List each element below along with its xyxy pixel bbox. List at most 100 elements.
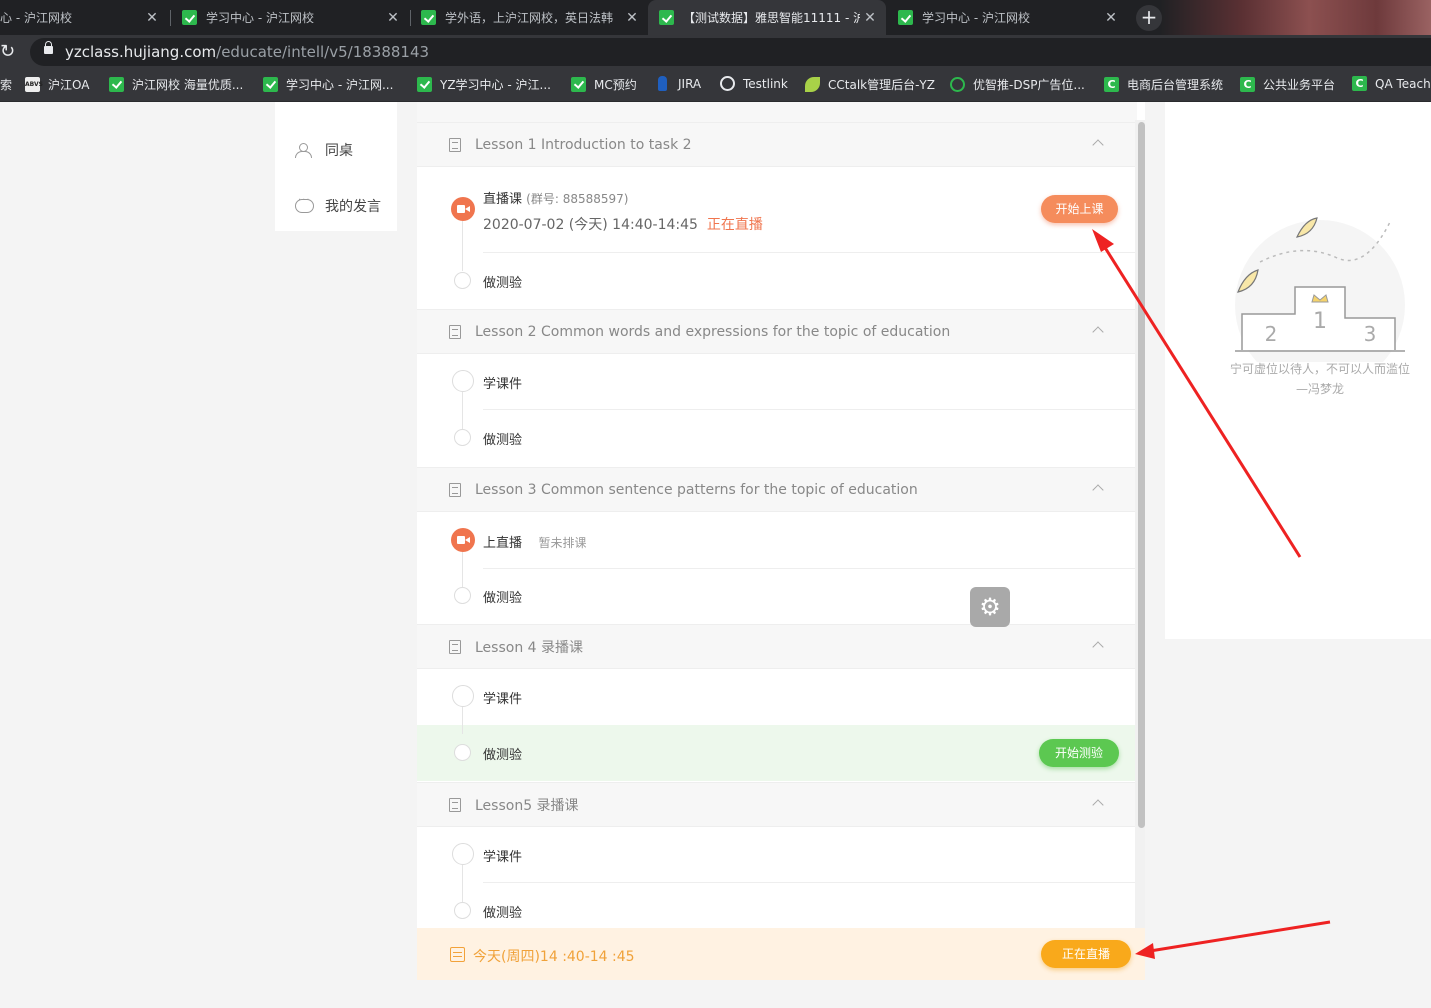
bookmark-ecommerce-admin[interactable]: C 电商后台管理系统: [1104, 76, 1223, 93]
browser-tab-2[interactable]: 学习中心 - 沪江网校 ✕: [171, 0, 409, 35]
item-label: 上直播 暂未排课: [483, 536, 587, 551]
annotation-arrow-line: [1149, 920, 1331, 953]
close-icon[interactable]: ✕: [860, 10, 880, 26]
list-item-quiz[interactable]: 做测验: [417, 410, 1137, 466]
list-item-quiz[interactable]: 做测验: [417, 883, 1137, 928]
bookmark-qa-teach[interactable]: C QA Teach: [1352, 76, 1431, 91]
c-icon: C: [1352, 76, 1367, 91]
item-label: 做测验: [483, 433, 523, 448]
live-video-icon: [451, 528, 475, 552]
list-item-quiz-active[interactable]: 做测验 开始测验: [417, 725, 1137, 781]
list-item-courseware[interactable]: 学课件: [417, 827, 1137, 883]
jira-icon: [655, 76, 670, 91]
bookmark-cctalk-admin[interactable]: CCtalk管理后台-YZ: [805, 76, 935, 93]
next-live-time: 今天(周四)14 :40-14 :45: [473, 949, 635, 965]
lesson-title: Lesson 4 录播课: [475, 639, 584, 656]
hujiang-icon: [571, 77, 586, 92]
close-icon[interactable]: ✕: [1101, 10, 1121, 26]
item-label: 做测验: [483, 276, 523, 291]
lesson-title: Lesson 3 Common sentence patterns for th…: [475, 481, 918, 498]
list-item-courseware[interactable]: 学课件: [417, 669, 1137, 725]
bookmark-hujiang-school[interactable]: 沪江网校 海量优质...: [109, 76, 243, 93]
url-text[interactable]: yzclass.hujiang.com/educate/intell/v5/18…: [65, 43, 429, 61]
bookmark-hujiang-oa[interactable]: ABVS 沪江OA: [25, 76, 89, 93]
browser-tab-strip: 心 - 沪江网校 ✕ 学习中心 - 沪江网校 ✕ 学外语，上沪江网校，英日法韩 …: [0, 0, 1431, 35]
document-icon: [449, 137, 461, 152]
list-item-quiz[interactable]: 做测验: [417, 569, 1137, 624]
bookmark-item[interactable]: 索: [0, 76, 12, 93]
item-label: 做测验: [483, 748, 523, 763]
chevron-up-icon[interactable]: [1092, 326, 1104, 338]
chat-icon: [295, 195, 314, 213]
sidebar-item-label: 我的发言: [325, 199, 381, 215]
live-now-button[interactable]: 正在直播: [1041, 940, 1131, 968]
browser-tab-4-active[interactable]: 【测试数据】雅思智能11111 - 沪 ✕: [648, 0, 886, 35]
panel-top-spacer: [417, 102, 1137, 122]
status-circle-icon: [454, 429, 471, 446]
bookmark-testlink[interactable]: Testlink: [720, 76, 788, 91]
bookmark-yz-learning-center[interactable]: YZ学习中心 - 沪江...: [417, 76, 551, 93]
users-icon: [295, 143, 313, 158]
live-time: 2020-07-02 (今天) 14:40-14:45 正在直播: [483, 217, 763, 233]
close-icon[interactable]: ✕: [142, 10, 162, 26]
new-tab-plus-icon[interactable]: +: [1136, 5, 1162, 31]
abvs-icon: ABVS: [25, 77, 43, 92]
lesson-header[interactable]: Lesson 2 Common words and expressions fo…: [417, 309, 1137, 354]
lock-icon[interactable]: [44, 41, 53, 54]
browser-tab-3[interactable]: 学外语，上沪江网校，英日法韩 ✕: [410, 0, 648, 35]
lesson-header[interactable]: Lesson 3 Common sentence patterns for th…: [417, 467, 1137, 512]
close-icon[interactable]: ✕: [622, 10, 642, 26]
sidebar-item-deskmate[interactable]: 同桌: [295, 140, 353, 160]
reload-icon[interactable]: ↻: [0, 41, 15, 62]
document-icon: [449, 324, 461, 339]
item-label: 做测验: [483, 906, 523, 921]
settings-gear-icon[interactable]: ⚙: [970, 587, 1010, 627]
lesson-title: Lesson5 录播课: [475, 797, 579, 814]
list-item-courseware[interactable]: 学课件: [417, 354, 1137, 410]
podium-second: 2: [1265, 322, 1278, 346]
browser-tab-5[interactable]: 学习中心 - 沪江网校 ✕: [887, 0, 1127, 35]
chevron-up-icon[interactable]: [1092, 484, 1104, 496]
tab-title: 学习中心 - 沪江网校: [206, 11, 314, 25]
item-label: 做测验: [483, 591, 523, 606]
lesson-header[interactable]: Lesson 4 录播课: [417, 624, 1137, 669]
bookmark-public-platform[interactable]: C 公共业务平台: [1240, 76, 1335, 93]
bookmark-mc-booking[interactable]: MC预约: [571, 76, 637, 93]
ring-icon: [950, 77, 965, 92]
url-omnibox[interactable]: yzclass.hujiang.com/educate/intell/v5/18…: [30, 38, 1431, 66]
hujiang-favicon-icon: [421, 10, 436, 25]
list-item-live[interactable]: 直播课 (群号: 88588597) 2020-07-02 (今天) 14:40…: [417, 167, 1137, 253]
chevron-up-icon[interactable]: [1092, 799, 1104, 811]
sidebar-item-my-posts[interactable]: 我的发言: [295, 195, 381, 216]
bookmark-dsp-ad[interactable]: 优智推-DSP广告位...: [950, 76, 1085, 93]
lesson-title: Lesson 2 Common words and expressions fo…: [475, 323, 951, 340]
quote-author: —冯梦龙: [1295, 382, 1344, 396]
empty-ranking-illustration: 1 2 3: [1235, 217, 1405, 362]
lesson-header[interactable]: Lesson 1 Introduction to task 2: [417, 122, 1137, 167]
bookmarks-bar: 索 ABVS 沪江OA 沪江网校 海量优质... 学习中心 - 沪江网... Y…: [0, 68, 1431, 102]
close-icon[interactable]: ✕: [383, 10, 403, 26]
chevron-up-icon[interactable]: [1092, 139, 1104, 151]
browser-tab-1[interactable]: 心 - 沪江网校 ✕: [0, 0, 168, 35]
item-label: 学课件: [483, 692, 523, 707]
bookmark-learning-center[interactable]: 学习中心 - 沪江网...: [263, 76, 393, 93]
status-circle-icon: [454, 587, 471, 604]
ranking-panel: 1 2 3 宁可虚位以待人，不可以人而滥位 —冯梦龙: [1165, 102, 1431, 639]
chevron-up-icon[interactable]: [1092, 641, 1104, 653]
calendar-icon: [450, 947, 465, 962]
globe-icon: [720, 76, 735, 91]
bookmark-jira[interactable]: JIRA: [655, 76, 701, 91]
status-circle-icon: [452, 685, 474, 707]
list-item-quiz[interactable]: 做测验: [417, 253, 1137, 308]
status-circle-icon: [452, 843, 474, 865]
start-quiz-button[interactable]: 开始测验: [1039, 739, 1119, 767]
list-item-live[interactable]: 上直播 暂未排课: [417, 512, 1137, 569]
status-circle-icon: [454, 744, 471, 761]
start-class-button[interactable]: 开始上课: [1041, 195, 1118, 223]
hujiang-favicon-icon: [659, 10, 674, 25]
podium-first: 1: [1313, 309, 1327, 334]
lesson-header[interactable]: Lesson5 录播课: [417, 782, 1137, 827]
lesson-title: Lesson 1 Introduction to task 2: [475, 136, 692, 153]
address-bar: ↻ yzclass.hujiang.com/educate/intell/v5/…: [0, 35, 1431, 68]
scrollbar-thumb[interactable]: [1138, 122, 1145, 828]
